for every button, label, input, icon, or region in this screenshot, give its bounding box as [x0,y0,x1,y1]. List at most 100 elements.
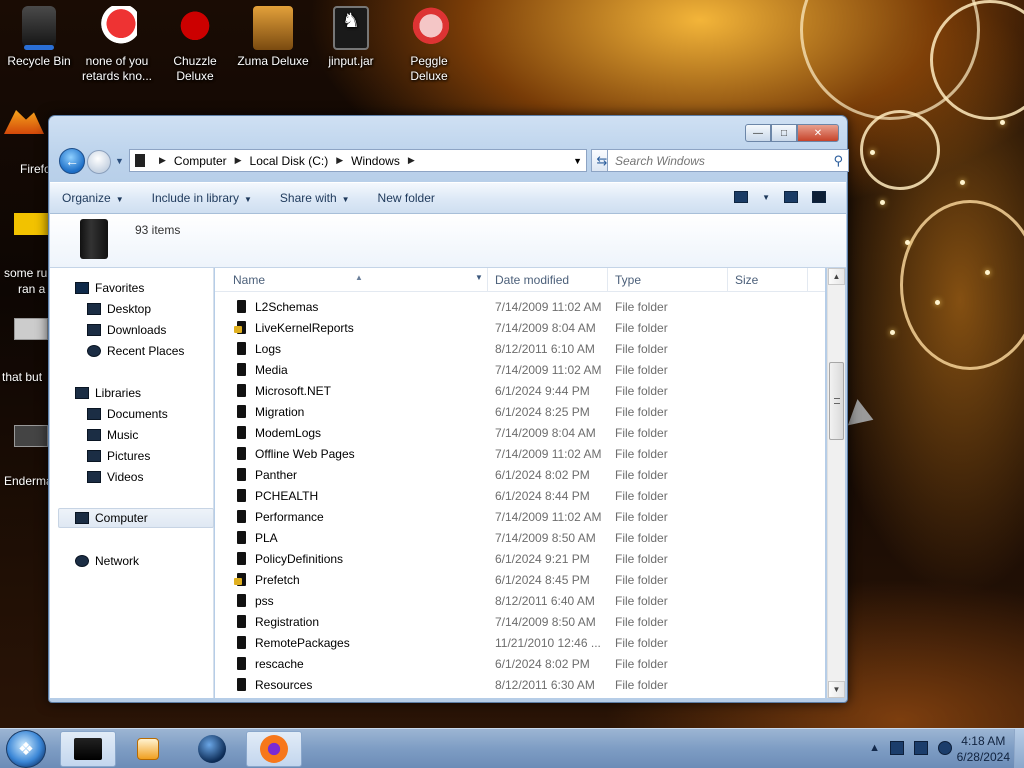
table-row[interactable]: Resources 8/12/2011 6:30 AM File folder [215,674,825,695]
table-row[interactable]: Microsoft.NET 6/1/2024 9:44 PM File folder [215,380,825,401]
clock-time: 4:18 AM [961,734,1006,748]
table-row[interactable]: L2Schemas 7/14/2009 11:02 AM File folder [215,296,825,317]
breadcrumb-separator-icon[interactable]: ▶ [159,155,166,166]
column-divider[interactable] [487,268,488,292]
table-row[interactable]: LiveKernelReports 7/14/2009 8:04 AM File f… [215,317,825,338]
table-row[interactable]: Media 7/14/2009 11:02 AM File folder [215,359,825,380]
column-divider[interactable] [807,268,808,292]
address-dropdown-icon[interactable]: ▼ [573,156,582,166]
search-box[interactable]: ⚲ [607,149,849,172]
sidebar-item-downloads[interactable]: Downloads [87,320,166,340]
sidebar-item-network[interactable]: Network [75,551,139,571]
minimize-button[interactable]: — [745,124,771,142]
table-row[interactable]: Performance 7/14/2009 11:02 AM File folder [215,506,825,527]
help-icon[interactable] [812,191,826,203]
column-divider[interactable] [607,268,608,292]
column-divider[interactable] [727,268,728,292]
maximize-button[interactable]: □ [771,124,797,142]
breadcrumb-separator-icon[interactable]: ▶ [408,155,415,166]
desktop-icon-label[interactable]: ran a [18,282,45,296]
taskbar-media-player-button[interactable] [120,731,176,767]
breadcrumb-separator-icon[interactable]: ▶ [235,155,242,166]
file-name: Registration [255,615,320,629]
breadcrumb-windows[interactable]: Windows [351,154,400,168]
column-header-type[interactable]: Type [615,273,641,287]
search-input[interactable] [608,150,818,171]
sidebar-item-recent-places[interactable]: Recent Places [87,341,184,361]
display-tray-icon[interactable] [914,741,928,755]
table-row[interactable]: Registration 7/14/2009 8:50 AM File folder [215,611,825,632]
desktop-icon-recycle-bin[interactable]: Recycle Bin [0,6,78,69]
sidebar-item-computer[interactable]: Computer [58,508,214,528]
start-button[interactable] [6,730,46,768]
scroll-up-button[interactable]: ▲ [828,268,845,285]
table-row[interactable]: ModemLogs 7/14/2009 8:04 AM File folder [215,422,825,443]
breadcrumb-local-disk[interactable]: Local Disk (C:) [250,154,329,168]
show-desktop-button[interactable] [1014,729,1024,768]
desktop-icon-label[interactable]: Firefo [20,162,51,176]
table-row[interactable]: Offline Web Pages 7/14/2009 11:02 AM File … [215,443,825,464]
taskbar-explorer-button[interactable] [60,731,116,767]
share-with-button[interactable]: Share with ▼ [280,191,350,205]
volume-tray-icon[interactable] [938,741,952,755]
document-icon[interactable] [14,318,48,340]
scroll-thumb[interactable] [829,362,844,440]
table-row[interactable]: Prefetch 6/1/2024 8:45 PM File folder [215,569,825,590]
locked-folder-icon [234,321,246,334]
address-bar[interactable]: ▶ Computer ▶ Local Disk (C:) ▶ Windows ▶… [129,149,587,172]
preview-pane-icon[interactable] [784,191,798,203]
sidebar-item-videos[interactable]: Videos [87,467,143,487]
table-row[interactable]: PLA 7/14/2009 8:50 AM File folder [215,527,825,548]
desktop-icon-app[interactable]: none of you retards kno... [78,6,156,84]
breadcrumb-separator-icon[interactable]: ▶ [336,155,343,166]
table-row[interactable]: RemotePackages 11/21/2010 12:46 ... File f… [215,632,825,653]
change-view-icon[interactable] [734,191,749,203]
table-row[interactable]: PolicyDefinitions 6/1/2024 9:21 PM File fo… [215,548,825,569]
sidebar-item-desktop[interactable]: Desktop [87,299,151,319]
new-folder-button[interactable]: New folder [378,191,435,205]
search-icon[interactable]: ⚲ [833,153,843,169]
column-header-name[interactable]: Name [233,273,265,287]
firefox-desktop-icon[interactable] [0,110,44,150]
recent-pages-dropdown[interactable]: ▼ [115,156,124,166]
sidebar-item-music[interactable]: Music [87,425,138,445]
sidebar-item-pictures[interactable]: Pictures [87,446,150,466]
column-filter-dropdown-icon[interactable]: ▼ [475,273,483,282]
sidebar-item-documents[interactable]: Documents [87,404,168,424]
network-tray-icon[interactable] [890,741,904,755]
organize-button[interactable]: Organize ▼ [62,191,124,205]
table-row[interactable]: Panther 6/1/2024 8:02 PM File folder [215,464,825,485]
desktop-icon-peggle[interactable]: Peggle Deluxe [390,6,468,84]
sidebar-item-libraries[interactable]: Libraries [75,383,141,403]
desktop-icon-label[interactable]: some ru [4,266,47,280]
desktop-icon-zuma[interactable]: Zuma Deluxe [234,6,312,69]
desktop-icon-jinput[interactable]: jinput.jar [312,6,390,69]
desktop-icon-chuzzle[interactable]: Chuzzle Deluxe [156,6,234,84]
breadcrumb-computer[interactable]: Computer [174,154,227,168]
column-header-date-modified[interactable]: Date modified [495,273,569,287]
table-row[interactable]: Logs 8/12/2011 6:10 AM File folder [215,338,825,359]
column-header-size[interactable]: Size [735,273,758,287]
document-icon[interactable] [14,425,48,447]
desktop-icon-label[interactable]: Enderma [4,474,53,488]
table-row[interactable]: rescache 6/1/2024 8:02 PM File folder [215,653,825,674]
taskbar-globe-button[interactable] [184,731,240,767]
taskbar-firefox-button[interactable] [246,731,302,767]
folder-icon[interactable] [14,213,48,235]
show-hidden-icons-icon[interactable]: ▲ [869,742,880,754]
clock[interactable]: 4:18 AM 6/28/2024 [957,733,1010,765]
folder-large-icon [80,219,108,259]
forward-button[interactable] [87,150,111,174]
table-row[interactable]: Migration 6/1/2024 8:25 PM File folder [215,401,825,422]
scroll-down-button[interactable]: ▼ [828,681,845,698]
sidebar-item-favorites[interactable]: Favorites [75,278,144,298]
include-in-library-button[interactable]: Include in library ▼ [152,191,252,205]
sidebar-item-label: Computer [95,511,148,525]
back-button[interactable]: ← [59,148,85,174]
desktop-icon-label[interactable]: that but [2,370,42,384]
view-dropdown-icon[interactable]: ▼ [762,193,770,202]
table-row[interactable]: pss 8/12/2011 6:40 AM File folder [215,590,825,611]
table-row[interactable]: PCHEALTH 6/1/2024 8:44 PM File folder [215,485,825,506]
close-button[interactable]: ✕ [797,124,839,142]
vertical-scrollbar[interactable]: ▲ ▼ [827,268,845,698]
